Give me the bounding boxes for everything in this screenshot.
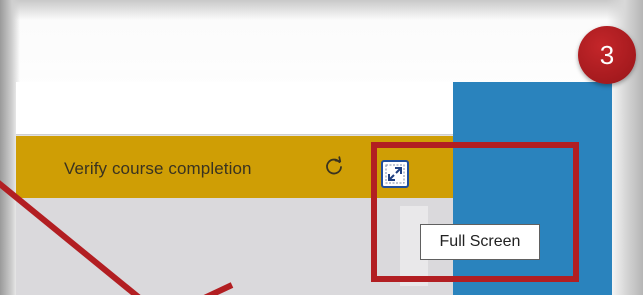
callout-pointer-lines <box>0 180 234 295</box>
step-number-badge: 3 <box>578 26 636 84</box>
screenshot-frame: Verify course completion Full Screen 3 <box>0 0 643 295</box>
